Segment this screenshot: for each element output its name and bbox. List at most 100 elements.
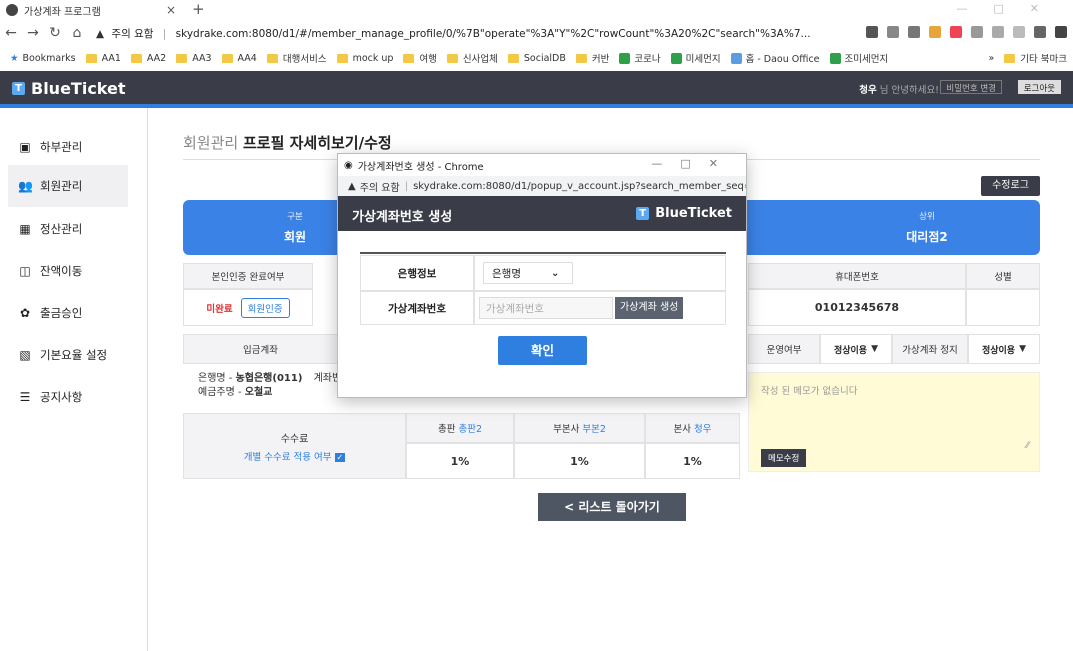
auth-value: 미완료 회원인증 xyxy=(183,289,313,326)
vacc-cell: 가상계좌번호 가상계좌 생성 xyxy=(474,291,726,325)
vacc-input[interactable]: 가상계좌번호 xyxy=(479,297,613,319)
sidebar-item-sub-management[interactable]: ▣ 하부관리 xyxy=(8,126,128,168)
folder-icon xyxy=(446,53,458,63)
extension-icon[interactable] xyxy=(1013,26,1025,38)
fee-value: 1% xyxy=(514,443,645,479)
vacc-label: 가상계좌번호 xyxy=(360,291,474,325)
extension-icon[interactable] xyxy=(929,26,941,38)
memo-area[interactable]: 작성 된 메모가 없습니다 메모수정 ⁄⁄ xyxy=(748,372,1040,472)
home-icon[interactable]: ⌂ xyxy=(66,25,88,41)
deposit-label: 입금계좌 xyxy=(183,334,338,364)
vacc-stop-select[interactable]: 정상이용 ▼ xyxy=(968,334,1040,364)
bookmark-item[interactable]: SocialDB xyxy=(507,53,566,64)
ops-select[interactable]: 정상이용 ▼ xyxy=(820,334,892,364)
memo-placeholder: 작성 된 메모가 없습니다 xyxy=(761,386,858,397)
bank-select[interactable]: 은행명 ⌄ xyxy=(483,262,573,284)
folder-icon xyxy=(221,53,233,63)
bookmark-item[interactable]: mock up xyxy=(336,53,393,64)
url-field[interactable]: ▲ 주의 요함 | skydrake.com:8080/d1/#/member_… xyxy=(96,26,811,41)
list-icon: ☰ xyxy=(19,389,31,404)
sidebar-item-settlement[interactable]: ▦ 정산관리 xyxy=(8,208,128,250)
popup-url: skydrake.com:8080/d1/popup_v_account.jsp… xyxy=(413,180,746,192)
fee-value: 1% xyxy=(645,443,740,479)
popup-window-controls[interactable]: —□✕ xyxy=(651,157,736,170)
ticket-icon: T xyxy=(12,82,25,95)
checkbox-icon[interactable]: ✓ xyxy=(334,452,346,462)
sidebar-item-members[interactable]: 👥 회원관리 xyxy=(8,165,128,207)
app-header: T BlueTicket 청우 님 안녕하세요! 비밀번호 변경 로그아웃 xyxy=(0,71,1073,104)
address-bar: ← → ↻ ⌂ ▲ 주의 요함 | skydrake.com:8080/d1/#… xyxy=(0,20,1073,46)
bookmark-item[interactable]: 여행 xyxy=(403,51,437,65)
extension-icon[interactable] xyxy=(992,26,1004,38)
forward-icon[interactable]: → xyxy=(22,25,44,41)
bookmark-item[interactable]: 미세먼지 xyxy=(670,51,721,65)
extension-icon[interactable] xyxy=(950,26,962,38)
new-tab-icon[interactable]: + xyxy=(192,0,205,18)
folder-icon xyxy=(176,53,188,63)
popup-title: 가상계좌번호 생성 xyxy=(352,210,453,225)
bookmark-item[interactable]: 신사업체 xyxy=(446,51,498,65)
folder-icon xyxy=(507,53,519,63)
sidebar-item-base-rate[interactable]: ▧ 기본요율 설정 xyxy=(8,334,128,376)
bookmark-item[interactable]: ★ Bookmarks xyxy=(10,53,76,64)
org-icon: ▣ xyxy=(19,139,31,154)
edit-memo-button[interactable]: 메모수정 xyxy=(761,449,807,467)
back-to-list-button[interactable]: < 리스트 돌아가기 xyxy=(538,493,686,521)
transfer-icon: ◫ xyxy=(19,263,31,278)
browser-tab[interactable]: 가상계좌 프로그램 × xyxy=(6,0,184,20)
divider xyxy=(360,252,726,254)
greeting: 청우 님 안녕하세요! xyxy=(859,85,939,96)
logout-button[interactable]: 로그아웃 xyxy=(1017,80,1061,94)
folder-icon xyxy=(575,53,587,63)
verify-member-button[interactable]: 회원인증 xyxy=(240,297,290,318)
star-icon[interactable] xyxy=(908,26,920,38)
bookmark-item[interactable]: AA4 xyxy=(221,53,257,64)
resize-handle-icon[interactable]: ⁄⁄ xyxy=(1026,441,1029,451)
bank-select-cell: 은행명 ⌄ xyxy=(474,255,726,291)
sidebar-item-notice[interactable]: ☰ 공지사항 xyxy=(8,376,128,418)
bank-info-label: 은행정보 xyxy=(360,255,474,291)
browser-tabbar: 가상계좌 프로그램 × + —□✕ xyxy=(0,0,1073,20)
share-icon[interactable] xyxy=(887,26,899,38)
reload-icon[interactable]: ↻ xyxy=(44,25,66,41)
individual-fee-toggle[interactable]: 개별 수수료 적용 여부 ✓ xyxy=(244,449,346,463)
summary-parent: 상위 대리점2 xyxy=(906,212,948,244)
site-icon xyxy=(829,52,841,64)
bookmark-item[interactable]: 대행서비스 xyxy=(266,51,327,65)
sidebar-item-balance-transfer[interactable]: ◫ 잔액이동 xyxy=(8,250,128,292)
close-tab-icon[interactable]: × xyxy=(166,3,176,17)
ticket-icon: T xyxy=(636,207,650,220)
chevron-down-icon: ⌄ xyxy=(550,267,560,279)
bookmark-item[interactable]: 홈 - Daou Office xyxy=(730,51,820,65)
page-title: 프로필 자세히보기/수정 xyxy=(242,134,392,152)
extension-icon[interactable] xyxy=(971,26,983,38)
bookmark-item[interactable]: 커반 xyxy=(575,51,609,65)
fee-head-bubonsa: 부본사 부본2 xyxy=(514,413,645,443)
auth-status: 미완료 xyxy=(206,303,233,315)
window-controls[interactable]: —□✕ xyxy=(956,2,1065,15)
puzzle-icon[interactable] xyxy=(1034,26,1046,38)
ops-label: 운영여부 xyxy=(748,334,820,364)
brand-logo[interactable]: T BlueTicket xyxy=(12,79,126,98)
users-icon: 👥 xyxy=(18,178,33,193)
change-password-button[interactable]: 비밀번호 변경 xyxy=(940,80,1002,94)
bookmark-item[interactable]: AA3 xyxy=(176,53,212,64)
accent-bar xyxy=(0,104,1073,108)
approve-icon: ✿ xyxy=(19,305,31,320)
fee-value: 1% xyxy=(406,443,514,479)
bookmark-item[interactable]: 조미세먼지 xyxy=(829,51,888,65)
key-icon[interactable] xyxy=(866,26,878,38)
bookmark-item[interactable]: 코로나 xyxy=(619,51,661,65)
modify-log-button[interactable]: 수정로그 xyxy=(981,176,1040,196)
folder-icon xyxy=(403,53,415,63)
bookmark-item[interactable]: AA2 xyxy=(130,53,166,64)
folder-icon xyxy=(266,53,278,63)
generate-vacc-button[interactable]: 가상계좌 생성 xyxy=(615,297,684,319)
confirm-button[interactable]: 확인 xyxy=(498,336,587,365)
bookmark-item[interactable]: AA1 xyxy=(85,53,121,64)
back-icon[interactable]: ← xyxy=(0,25,22,41)
profile-icon[interactable] xyxy=(1055,26,1067,38)
other-bookmarks[interactable]: » 기타 북마크 xyxy=(988,51,1067,66)
breadcrumb: 회원관리 프로필 자세히보기/수정 xyxy=(183,132,392,153)
sidebar-item-withdrawal[interactable]: ✿ 출금승인 xyxy=(8,292,128,334)
